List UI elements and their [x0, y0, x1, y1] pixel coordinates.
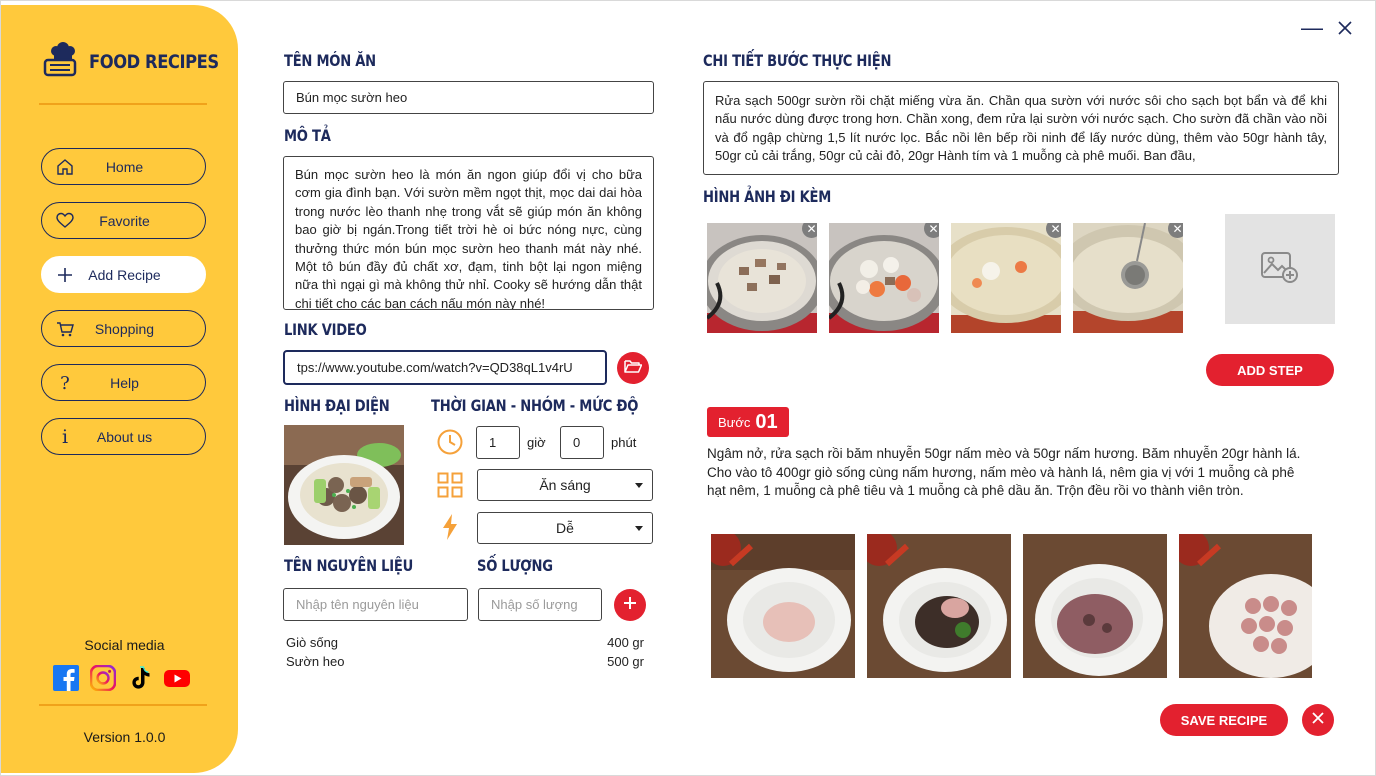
info-icon: i — [61, 426, 69, 448]
ingredient-qty-input[interactable]: Nhập số lượng — [478, 588, 602, 621]
description-textarea[interactable]: Bún mọc sườn heo là món ăn ngon giúp đổi… — [283, 156, 654, 310]
divider — [39, 103, 207, 105]
chevron-down-icon — [635, 526, 643, 531]
step-image: ✕ — [829, 223, 939, 333]
step-image: ✕ — [1073, 223, 1183, 333]
step-detail-textarea[interactable]: Rửa sạch 500gr sườn rồi chặt miếng vừa ă… — [703, 81, 1339, 175]
lightning-icon — [442, 514, 458, 545]
app-window: FOOD RECIPES Home Favorite Add Recipe Sh… — [0, 0, 1376, 776]
minutes-input[interactable]: 0 — [560, 426, 604, 459]
step-detail-heading: CHI TIẾT BƯỚC THỰC HIỆN — [703, 51, 892, 70]
group-select-value: Ăn sáng — [539, 477, 591, 493]
ingredient-name: Giò sống — [286, 635, 339, 650]
avatar-heading: HÌNH ĐẠI DIỆN — [284, 396, 390, 415]
recipe-name-input[interactable]: Bún mọc sườn heo — [283, 81, 654, 114]
step-photo — [1023, 534, 1167, 678]
add-image-button[interactable] — [1225, 214, 1335, 324]
plus-icon — [55, 265, 75, 285]
chef-hat-icon — [41, 39, 81, 84]
step-text: Ngâm nở, rửa sạch rồi băm nhuyễn 50gr nấ… — [707, 446, 1301, 498]
app-version: Version 1.0.0 — [83, 729, 166, 745]
sidebar-item-shopping[interactable]: Shopping — [41, 310, 206, 347]
heart-icon — [55, 211, 75, 231]
ingredient-name-input[interactable]: Nhập tên nguyên liệu — [283, 588, 468, 621]
video-link-heading: LINK VIDEO — [284, 320, 367, 339]
divider — [39, 704, 207, 706]
ingredient-name: Sườn heo — [286, 654, 345, 669]
sidebar-item-favorite[interactable]: Favorite — [41, 202, 206, 239]
meta-heading: THỜI GIAN - NHÓM - MỨC ĐỘ — [431, 396, 639, 415]
clock-icon — [436, 428, 464, 461]
social-links — [53, 665, 190, 691]
sidebar-item-about[interactable]: i About us — [41, 418, 206, 455]
tiktok-icon[interactable] — [127, 665, 153, 691]
ingredient-qty: 400 gr — [607, 635, 644, 650]
description-heading: MÔ TẢ — [284, 126, 331, 145]
sidebar-item-help[interactable]: ? Help — [41, 364, 206, 401]
app-title: FOOD RECIPES — [89, 50, 219, 73]
question-icon: ? — [60, 372, 70, 394]
plus-icon — [623, 596, 637, 615]
step-image: ✕ — [951, 223, 1061, 333]
ingredient-qty-heading: SỐ LƯỢNG — [477, 556, 553, 575]
close-window-icon[interactable] — [1337, 16, 1353, 42]
sidebar-item-home[interactable]: Home — [41, 148, 206, 185]
cart-icon — [55, 319, 75, 339]
save-recipe-button[interactable]: SAVE RECIPE — [1160, 704, 1288, 736]
step-label: Bước — [718, 414, 751, 430]
ingredient-row: Giò sống 400 gr — [286, 635, 644, 650]
step-images-heading: HÌNH ẢNH ĐI KÈM — [703, 187, 832, 206]
recipe-name-heading: TÊN MÓN ĂN — [284, 51, 376, 70]
cancel-button[interactable] — [1302, 704, 1334, 736]
home-icon — [55, 157, 75, 177]
step-image: ✕ — [707, 223, 817, 333]
ingredient-qty: 500 gr — [607, 654, 644, 669]
facebook-icon[interactable] — [53, 665, 79, 691]
recipe-avatar-image[interactable] — [284, 425, 404, 545]
group-select[interactable]: Ăn sáng — [477, 469, 653, 501]
minimize-icon[interactable]: — — [1301, 15, 1323, 41]
open-folder-button[interactable] — [617, 352, 649, 384]
step-badge: Bước 01 — [707, 407, 789, 437]
social-title: Social media — [84, 637, 165, 653]
ingredient-name-heading: TÊN NGUYÊN LIỆU — [284, 556, 414, 575]
step-photo — [711, 534, 855, 678]
app-logo: FOOD RECIPES — [41, 39, 240, 84]
close-icon — [1312, 711, 1324, 729]
minutes-unit: phút — [611, 435, 637, 450]
step-photo — [1179, 534, 1312, 678]
instagram-icon[interactable] — [90, 665, 116, 691]
sidebar: FOOD RECIPES Home Favorite Add Recipe Sh… — [1, 5, 238, 773]
ingredient-row: Sườn heo 500 gr — [286, 654, 644, 669]
hours-input[interactable]: 1 — [476, 426, 520, 459]
chevron-down-icon — [635, 483, 643, 488]
add-ingredient-button[interactable] — [614, 589, 646, 621]
folder-icon — [624, 358, 643, 379]
video-link-input[interactable]: tps://www.youtube.com/watch?v=QD38qL1v4r… — [283, 350, 607, 385]
add-step-button[interactable]: ADD STEP — [1206, 354, 1334, 386]
youtube-icon[interactable] — [164, 665, 190, 691]
step-number: 01 — [755, 410, 778, 433]
category-grid-icon — [437, 472, 463, 503]
difficulty-select[interactable]: Dễ — [477, 512, 653, 544]
step-photo — [867, 534, 1011, 678]
hours-unit: giờ — [527, 435, 546, 450]
add-image-icon — [1260, 249, 1300, 290]
sidebar-item-add-recipe[interactable]: Add Recipe — [41, 256, 206, 293]
difficulty-select-value: Dễ — [556, 520, 574, 536]
